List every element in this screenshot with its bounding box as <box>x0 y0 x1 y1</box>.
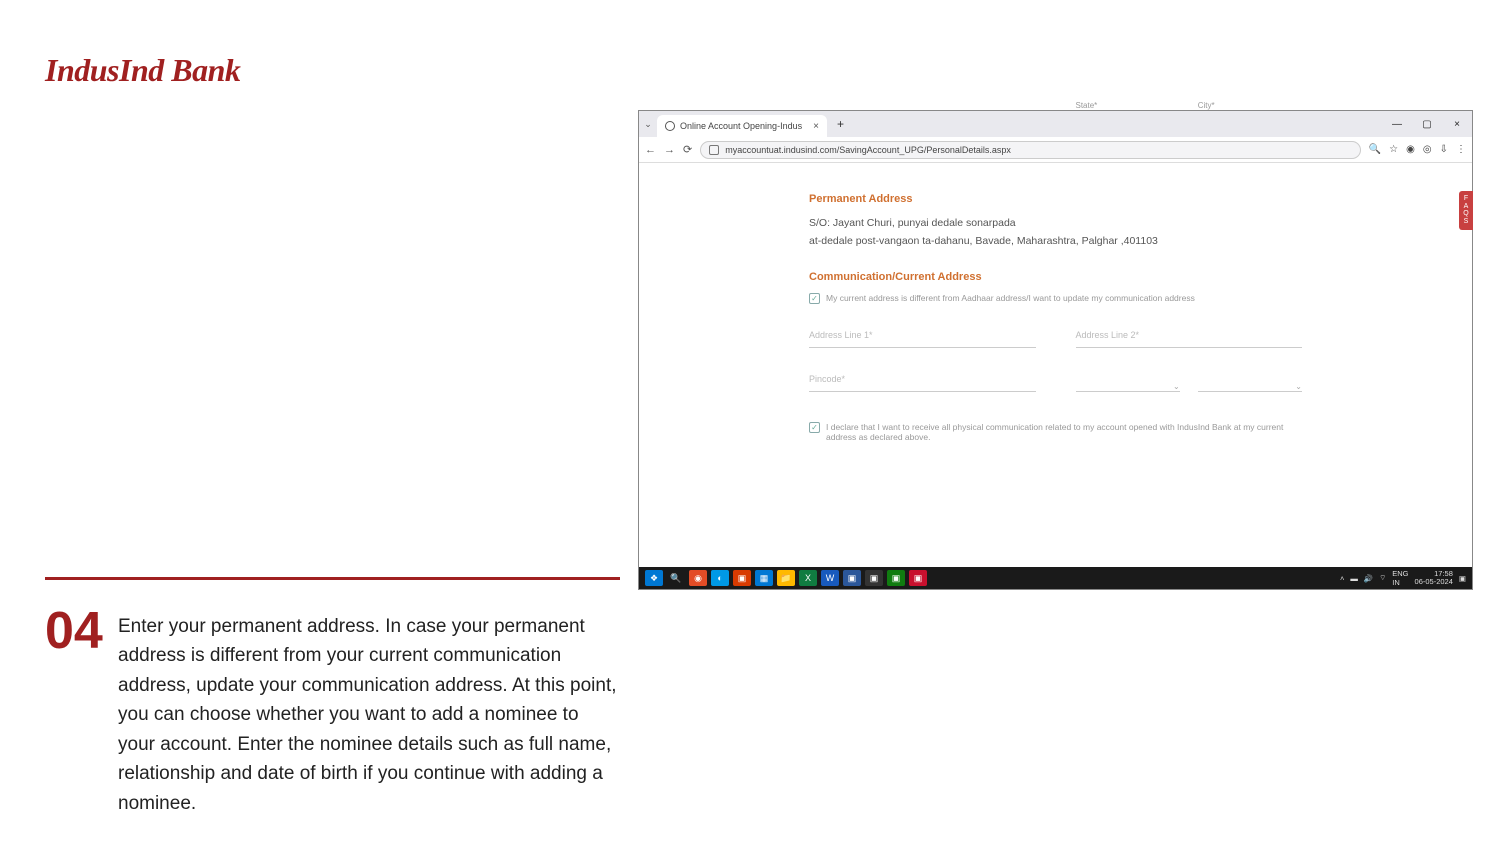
extension-icon[interactable]: ◎ <box>1423 144 1432 155</box>
notifications-icon[interactable]: ▣ <box>1459 574 1466 583</box>
back-icon[interactable]: ← <box>645 144 656 156</box>
permanent-address-heading: Permanent Address <box>809 193 1302 205</box>
bookmark-icon[interactable]: ☆ <box>1389 144 1398 155</box>
teams-icon[interactable]: ▦ <box>755 570 773 586</box>
forward-icon[interactable]: → <box>664 144 675 156</box>
app-icon[interactable]: ▣ <box>843 570 861 586</box>
city-label: City* <box>1198 101 1215 110</box>
address-bar[interactable]: myaccountuat.indusind.com/SavingAccount_… <box>700 141 1361 159</box>
app-icon-3[interactable]: ▣ <box>887 570 905 586</box>
city-dropdown[interactable]: City* ⌄ <box>1198 374 1302 392</box>
browser-tab[interactable]: Online Account Opening-Indus × <box>657 115 827 137</box>
permanent-address-line1: S/O: Jayant Churi, punyai dedale sonarpa… <box>809 215 1302 233</box>
start-icon[interactable]: ❖ <box>645 570 663 586</box>
browser-screenshot: ⌄ Online Account Opening-Indus × + — ▢ ×… <box>638 110 1473 590</box>
chrome-icon[interactable]: ◉ <box>689 570 707 586</box>
address-row: ← → ⟳ myaccountuat.indusind.com/SavingAc… <box>639 137 1472 163</box>
address-line-1-placeholder: Address Line 1* <box>809 330 873 340</box>
explorer-icon[interactable]: 📁 <box>777 570 795 586</box>
wifi-icon[interactable]: ⌔ <box>1379 573 1386 583</box>
communication-address-heading: Communication/Current Address <box>809 271 1302 283</box>
globe-icon <box>665 121 675 131</box>
excel-icon[interactable]: X <box>799 570 817 586</box>
app-icon-2[interactable]: ▣ <box>865 570 883 586</box>
address-line-1-input[interactable]: Address Line 1* <box>809 330 1036 348</box>
sound-icon[interactable]: 🔊 <box>1364 574 1373 583</box>
declaration-text: I declare that I want to receive all phy… <box>826 422 1302 442</box>
office-icon[interactable]: ▣ <box>733 570 751 586</box>
maximize-icon[interactable]: ▢ <box>1412 119 1442 130</box>
faqs-side-tab[interactable]: FAQS <box>1459 191 1473 230</box>
state-dropdown[interactable]: State* ⌄ <box>1076 374 1180 392</box>
page-content: Permanent Address S/O: Jayant Churi, pun… <box>639 163 1472 442</box>
permanent-address-line2: at-dedale post-vangaon ta-dahanu, Bavade… <box>809 233 1302 251</box>
pincode-input[interactable]: Pincode* <box>809 374 1036 392</box>
tab-strip: ⌄ Online Account Opening-Indus × + — ▢ × <box>639 111 1472 137</box>
minimize-icon[interactable]: — <box>1382 119 1412 130</box>
declaration-checkbox[interactable]: ✓ <box>809 422 820 433</box>
close-window-icon[interactable]: × <box>1442 119 1472 130</box>
tray-up-icon[interactable]: ˄ <box>1340 574 1344 583</box>
section-divider <box>45 577 620 580</box>
reload-icon[interactable]: ⟳ <box>683 143 692 156</box>
app-icon-4[interactable]: ▣ <box>909 570 927 586</box>
pincode-placeholder: Pincode* <box>809 374 845 384</box>
state-label: State* <box>1076 101 1098 110</box>
language-indicator[interactable]: ENGIN <box>1392 569 1408 587</box>
edge-icon[interactable]: ◐ <box>711 570 729 586</box>
address-line-2-placeholder: Address Line 2* <box>1076 330 1140 340</box>
chevron-down-icon: ⌄ <box>1295 382 1302 391</box>
different-address-label: My current address is different from Aad… <box>826 293 1195 303</box>
menu-icon[interactable]: ⋮ <box>1456 144 1466 155</box>
chevron-down-icon: ⌄ <box>1173 382 1180 391</box>
close-tab-icon[interactable]: × <box>807 121 819 132</box>
different-address-checkbox[interactable]: ✓ <box>809 293 820 304</box>
step-description: Enter your permanent address. In case yo… <box>118 612 618 818</box>
tabs-dropdown-icon[interactable]: ⌄ <box>639 119 657 130</box>
step-number: 04 <box>45 605 103 657</box>
word-icon[interactable]: W <box>821 570 839 586</box>
battery-icon[interactable]: ▬ <box>1350 574 1358 583</box>
site-info-icon[interactable] <box>709 145 719 155</box>
puzzle-icon[interactable]: ⇩ <box>1440 144 1448 155</box>
clock[interactable]: 17:5806-05-2024 <box>1415 570 1453 587</box>
windows-taskbar: ❖ 🔍 ◉ ◐ ▣ ▦ 📁 X W ▣ ▣ ▣ ▣ ˄ ▬ 🔊 ⌔ ENGIN … <box>639 567 1472 589</box>
new-tab-button[interactable]: + <box>827 117 854 131</box>
search-icon[interactable]: 🔍 <box>667 570 685 586</box>
address-line-2-input[interactable]: Address Line 2* <box>1076 330 1303 348</box>
profile-icon[interactable]: ◉ <box>1406 144 1415 155</box>
tab-title: Online Account Opening-Indus <box>680 121 802 131</box>
zoom-icon[interactable]: 🔍 <box>1369 144 1381 155</box>
brand-logo: IndusInd Bank <box>45 52 240 89</box>
url-text: myaccountuat.indusind.com/SavingAccount_… <box>725 145 1011 155</box>
